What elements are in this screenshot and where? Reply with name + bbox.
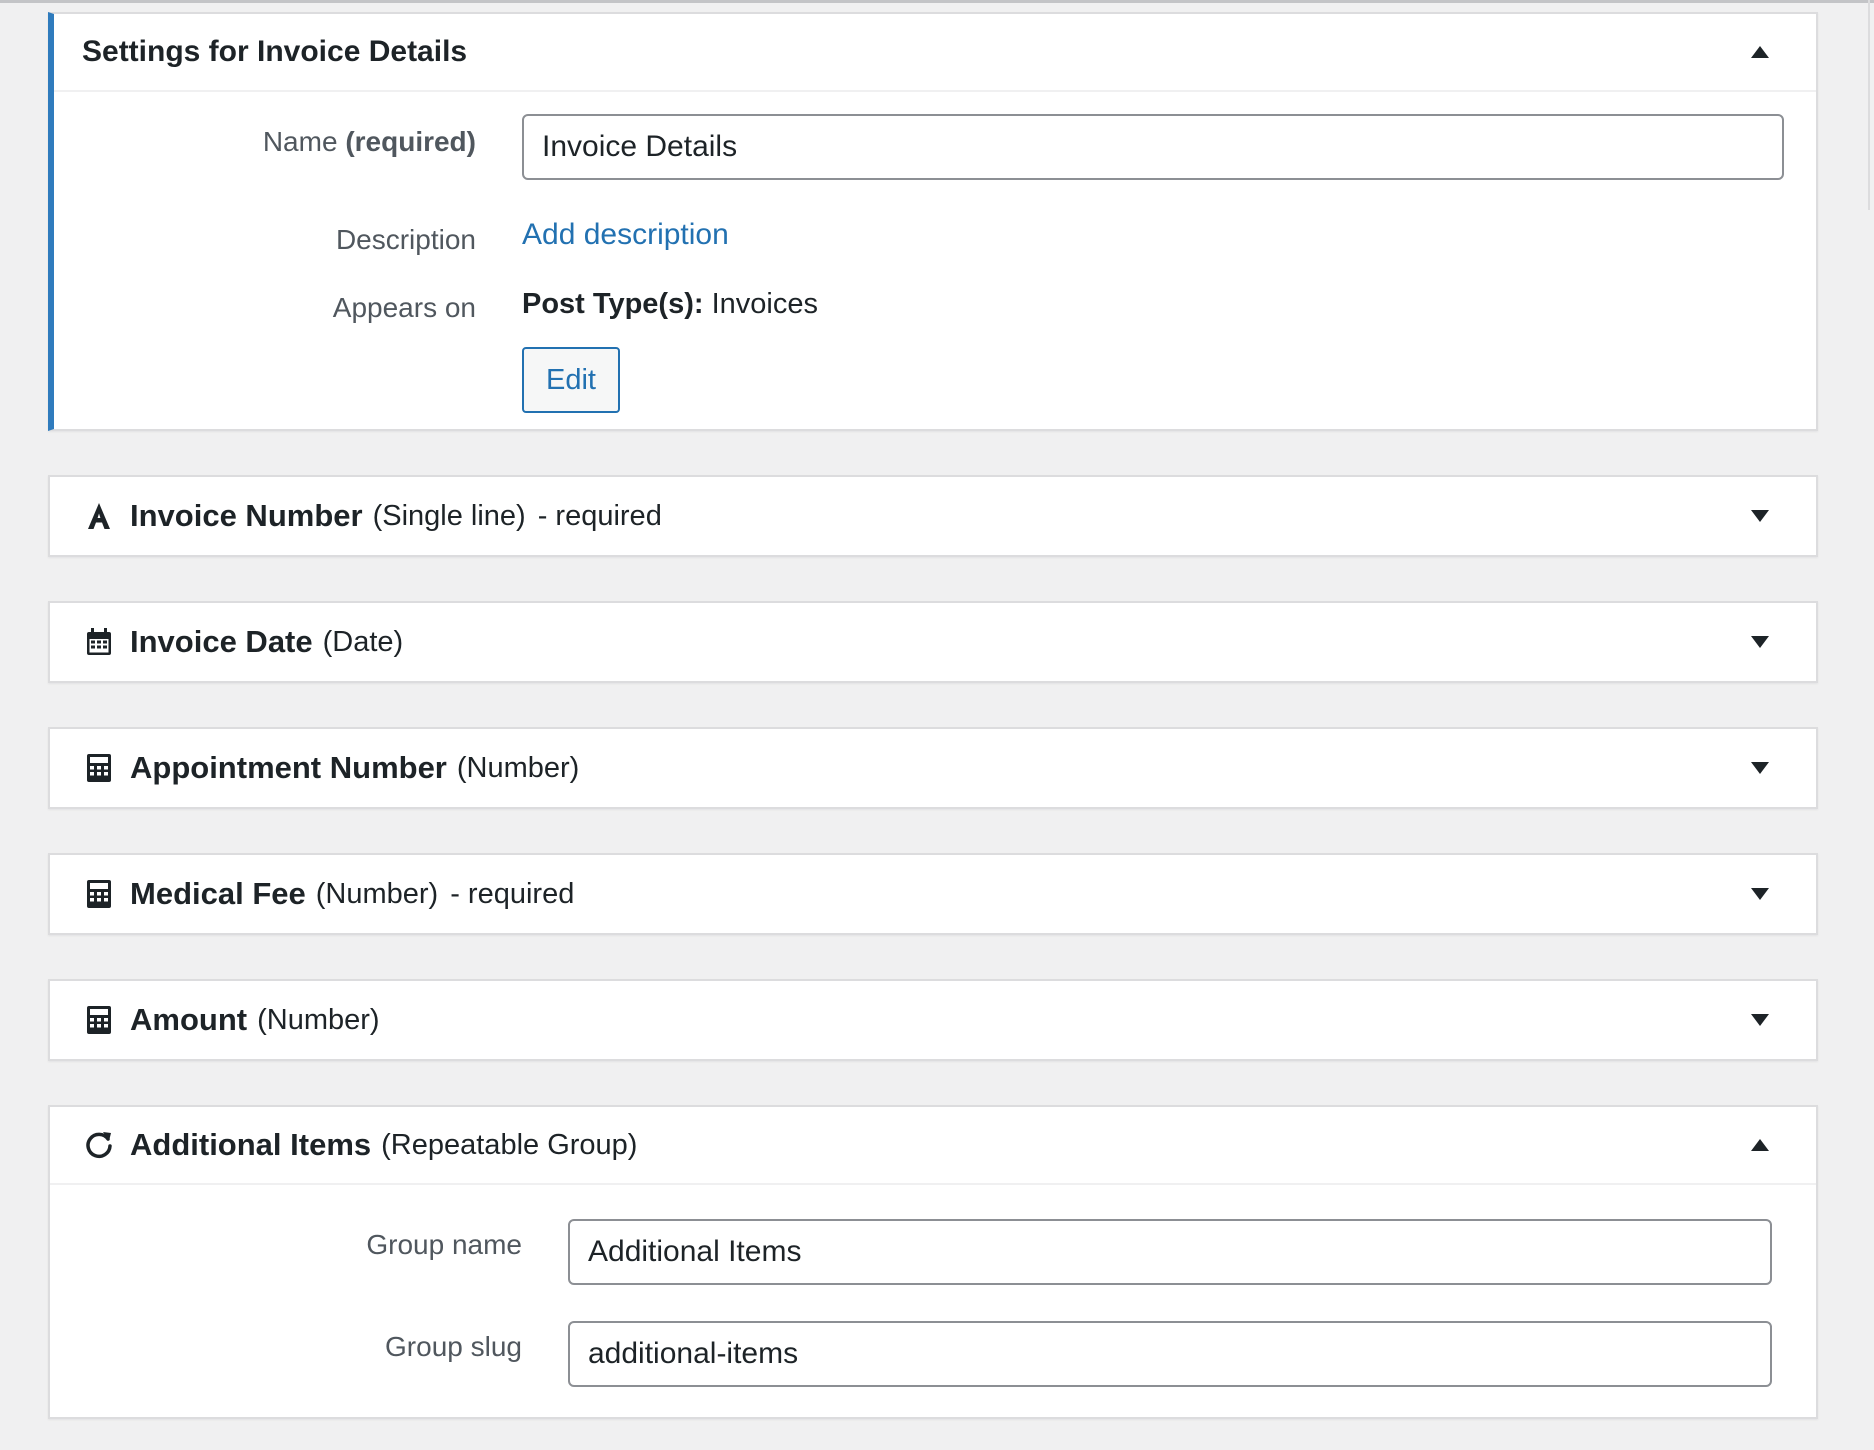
settings-panel-header[interactable]: Settings for Invoice Details [54,14,1816,92]
field-required: - required [450,877,575,910]
field-type: (Number) [315,877,439,910]
field-name: Invoice Date [130,624,313,659]
group-body: Group name Group slug [50,1185,1816,1417]
field-panel: Invoice Date (Date) [48,601,1818,683]
expand-toggle-icon[interactable] [1748,630,1772,654]
field-header[interactable]: Invoice Date (Date) [50,603,1816,681]
settings-body: Name (required) Description Add descript… [54,92,1816,429]
field-type: (Date) [322,625,404,658]
post-types-text: Post Type(s): Invoices [522,288,818,320]
settings-title: Settings for Invoice Details [82,35,468,68]
appears-on-row: Appears on Post Type(s): Invoices Edit [82,288,1784,413]
field-header[interactable]: Amount (Number) [50,981,1816,1059]
top-divider [0,0,1874,3]
name-row: Name (required) [82,114,1784,180]
appears-on-label: Appears on [332,292,476,323]
calculator-icon [84,1005,114,1035]
calculator-icon [84,753,114,783]
field-type: (Number) [456,751,580,784]
group-name-label: Group name [366,1229,522,1260]
add-description-link[interactable]: Add description [522,218,729,251]
group-slug-row: Group slug [80,1321,1772,1387]
field-type: (Single line) [372,499,526,532]
group-panel: Additional Items (Repeatable Group) Grou… [48,1105,1818,1419]
repeat-icon [84,1130,114,1160]
field-name: Invoice Number [130,498,363,533]
field-group-editor: Settings for Invoice Details Name (requi… [48,12,1818,1419]
group-name-input[interactable] [568,1219,1772,1285]
group-name: Additional Items [130,1127,372,1162]
expand-toggle-icon[interactable] [1748,882,1772,906]
text-a-icon [84,501,114,531]
expand-toggle-icon[interactable] [1748,756,1772,780]
field-header[interactable]: Invoice Number (Single line) - required [50,477,1816,555]
expand-toggle-icon[interactable] [1748,504,1772,528]
calculator-icon [84,879,114,909]
calendar-icon [84,627,114,657]
field-name: Amount [130,1002,248,1037]
group-name-row: Group name [80,1219,1772,1285]
scrollbar-edge[interactable] [1868,0,1874,210]
field-required: - required [537,499,662,532]
field-panel: Amount (Number) [48,979,1818,1061]
field-panel: Medical Fee (Number) - required [48,853,1818,935]
field-panel: Invoice Number (Single line) - required [48,475,1818,557]
field-name: Medical Fee [130,876,306,911]
description-row: Description Add description [82,218,1784,256]
field-header[interactable]: Medical Fee (Number) - required [50,855,1816,933]
expand-toggle-icon[interactable] [1748,1008,1772,1032]
field-type: (Number) [257,1003,380,1036]
group-slug-label: Group slug [385,1331,522,1362]
group-type: (Repeatable Group) [381,1128,638,1161]
group-slug-input[interactable] [568,1321,1772,1387]
field-name: Appointment Number [130,750,447,785]
description-label: Description [335,224,476,255]
settings-panel: Settings for Invoice Details Name (requi… [48,12,1818,431]
field-panel: Appointment Number (Number) [48,727,1818,809]
group-header[interactable]: Additional Items (Repeatable Group) [50,1107,1816,1185]
collapse-toggle-icon[interactable] [1748,1133,1772,1157]
name-input[interactable] [522,114,1784,180]
required-marker: (required) [345,126,476,157]
edit-button[interactable]: Edit [522,347,620,413]
name-label: Name (required) [262,126,476,157]
field-header[interactable]: Appointment Number (Number) [50,729,1816,807]
collapse-toggle-icon[interactable] [1748,40,1772,64]
